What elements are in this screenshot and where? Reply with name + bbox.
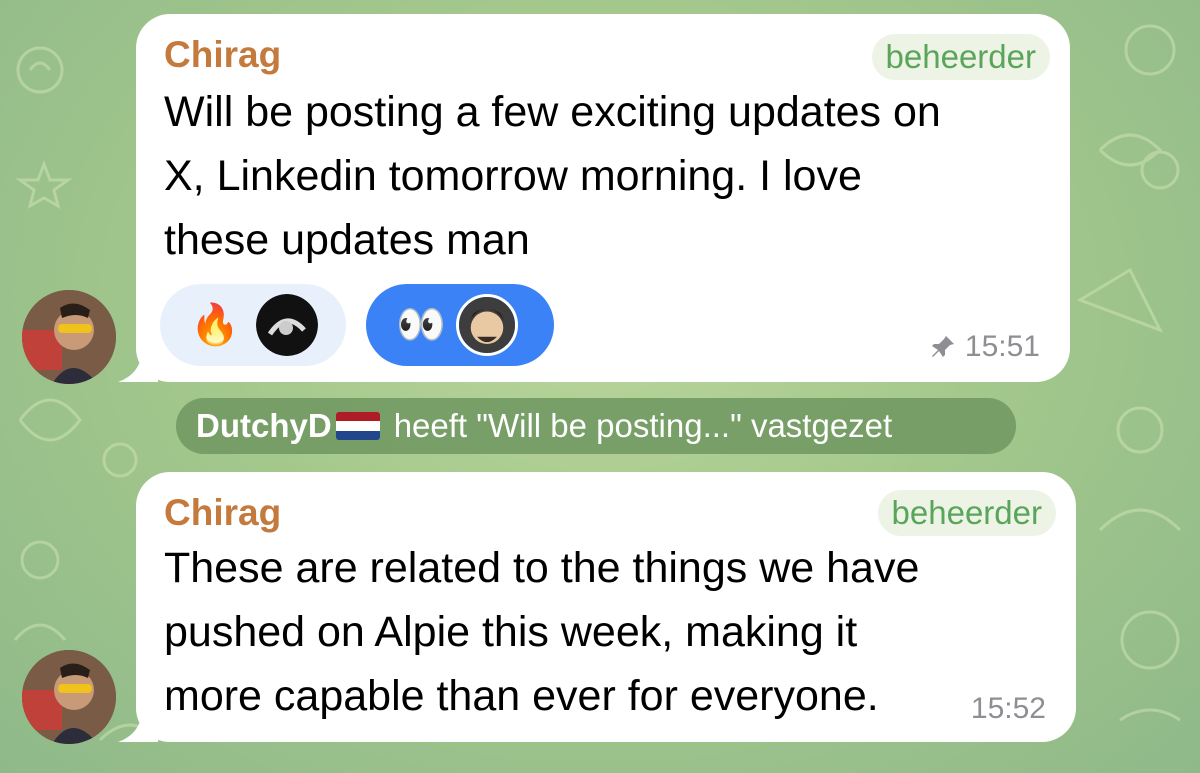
service-actor[interactable]: DutchyD	[196, 407, 332, 445]
message-time: 15:52	[970, 692, 1046, 725]
message-bubble[interactable]: Chirag beheerder Will be posting a few e…	[136, 14, 1070, 382]
eyes-emoji: 👀	[396, 303, 446, 347]
sender-name[interactable]: Chirag	[164, 492, 281, 534]
reactor-avatar	[455, 294, 518, 356]
message-bubble[interactable]: Chirag beheerder These are related to th…	[136, 472, 1076, 742]
message-meta: 15:52	[971, 692, 1046, 726]
pin-icon	[931, 336, 954, 357]
message-meta: 15:51	[929, 330, 1040, 364]
pinned-service-message[interactable]: DutchyD heeft "Will be posting..." vastg…	[176, 398, 1016, 454]
role-badge: beheerder	[871, 34, 1050, 80]
avatar-photo	[22, 650, 116, 744]
fire-emoji: 🔥	[190, 303, 240, 347]
reaction-fire[interactable]: 🔥	[160, 284, 346, 366]
service-action: heeft "Will be posting..." vastgezet	[393, 407, 893, 444]
message-text: Will be posting a few exciting updates o…	[164, 88, 941, 264]
reaction-eyes[interactable]: 👀	[366, 284, 554, 366]
reactor-avatar	[255, 294, 318, 356]
avatar-photo	[22, 290, 116, 384]
sender-name[interactable]: Chirag	[164, 34, 281, 76]
netherlands-flag-icon	[335, 412, 380, 440]
message-text: These are related to the things we have …	[164, 544, 920, 720]
role-badge: beheerder	[877, 490, 1056, 536]
avatar[interactable]	[22, 290, 116, 384]
message-time: 15:51	[964, 330, 1040, 363]
avatar[interactable]	[22, 650, 116, 744]
